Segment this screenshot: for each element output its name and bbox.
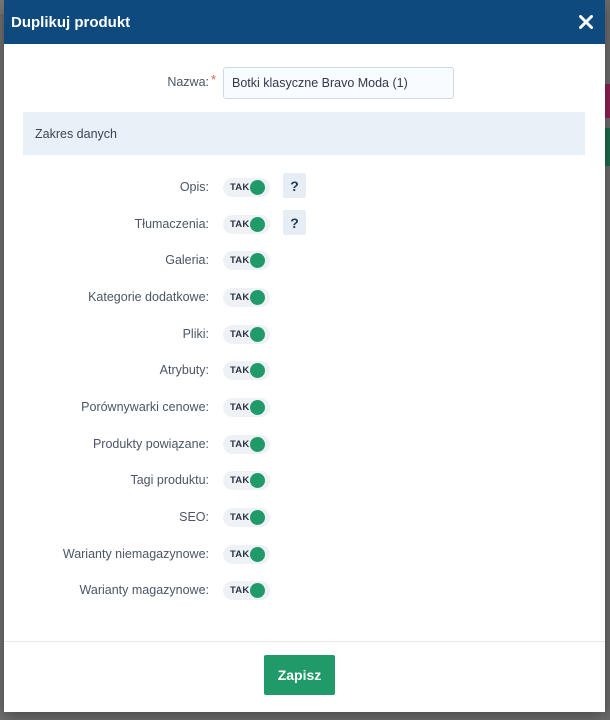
toggle-knob — [250, 217, 265, 232]
option-label: Opis: — [179, 180, 209, 194]
option-row-related-products: Produkty powiązane: TAK — [4, 434, 605, 454]
option-row-translations: Tłumaczenia: TAK ? — [4, 210, 605, 235]
save-button[interactable]: Zapisz — [264, 655, 335, 695]
toggle-knob — [250, 437, 265, 452]
toggle-knob — [250, 253, 265, 268]
toggle-state-text: TAK — [230, 255, 250, 266]
option-label: Porównywarki cenowe: — [81, 400, 209, 414]
help-button[interactable]: ? — [283, 173, 306, 198]
toggle-knob — [250, 510, 265, 525]
toggle-knob — [250, 547, 265, 562]
option-row-price-comparison: Porównywarki cenowe: TAK — [4, 397, 605, 417]
required-mark: * — [211, 72, 217, 87]
toggle-switch[interactable]: TAK — [223, 508, 270, 527]
option-label: Atrybuty: — [159, 363, 209, 377]
option-label: Produkty powiązane: — [92, 437, 209, 451]
toggle-switch[interactable]: TAK — [223, 361, 270, 380]
toggle-knob — [250, 290, 265, 305]
name-label: Nazwa: — [167, 75, 209, 89]
toggle-state-text: TAK — [230, 365, 250, 376]
toggle-switch[interactable]: TAK — [223, 178, 270, 197]
option-row-attributes: Atrybuty: TAK — [4, 360, 605, 380]
toggle-switch[interactable]: TAK — [223, 325, 270, 344]
toggle-state-text: TAK — [230, 512, 250, 523]
toggle-knob — [250, 363, 265, 378]
name-input[interactable] — [223, 67, 454, 99]
toggle-knob — [250, 583, 265, 598]
modal-title: Duplikuj produkt — [11, 13, 131, 31]
option-row-seo: SEO: TAK — [4, 507, 605, 527]
toggle-state-text: TAK — [230, 439, 250, 450]
toggle-state-text: TAK — [230, 292, 250, 303]
duplicate-product-modal: Duplikuj produkt Nazwa: * Zakres danych … — [4, 0, 605, 712]
option-label: Galeria: — [165, 253, 209, 267]
option-label: Tłumaczenia: — [134, 217, 209, 231]
option-row-additional-categories: Kategorie dodatkowe: TAK — [4, 287, 605, 307]
section-header: Zakres danych — [23, 112, 585, 155]
toggle-state-text: TAK — [230, 402, 250, 413]
modal-header: Duplikuj produkt — [4, 0, 605, 44]
toggle-switch[interactable]: TAK — [223, 251, 270, 270]
toggle-state-text: TAK — [230, 182, 250, 193]
toggle-switch[interactable]: TAK — [223, 215, 270, 234]
toggle-switch[interactable]: TAK — [223, 581, 270, 600]
toggle-knob — [250, 400, 265, 415]
option-row-non-stock-variants: Warianty niemagazynowe: TAK — [4, 544, 605, 564]
option-row-description: Opis: TAK ? — [4, 173, 605, 198]
option-label: Warianty magazynowe: — [79, 583, 209, 597]
toggle-switch[interactable]: TAK — [223, 288, 270, 307]
close-icon[interactable] — [575, 11, 597, 33]
footer-divider — [4, 641, 605, 642]
toggle-state-text: TAK — [230, 549, 250, 560]
toggle-knob — [250, 327, 265, 342]
toggle-switch[interactable]: TAK — [223, 435, 270, 454]
name-row: Nazwa: * — [4, 67, 605, 99]
toggle-switch[interactable]: TAK — [223, 398, 270, 417]
toggle-state-text: TAK — [230, 475, 250, 486]
option-row-files: Pliki: TAK — [4, 324, 605, 344]
toggle-knob — [250, 180, 265, 195]
option-label: SEO: — [179, 510, 209, 524]
toggle-state-text: TAK — [230, 585, 250, 596]
option-label: Warianty niemagazynowe: — [62, 547, 209, 561]
option-row-stock-variants: Warianty magazynowe: TAK — [4, 580, 605, 600]
option-label: Pliki: — [182, 327, 209, 341]
toggle-switch[interactable]: TAK — [223, 545, 270, 564]
option-label: Kategorie dodatkowe: — [88, 290, 209, 304]
toggle-state-text: TAK — [230, 329, 250, 340]
option-row-product-tags: Tagi produktu: TAK — [4, 470, 605, 490]
option-label: Tagi produktu: — [130, 473, 209, 487]
option-row-gallery: Galeria: TAK — [4, 250, 605, 270]
toggle-knob — [250, 473, 265, 488]
help-button[interactable]: ? — [283, 210, 306, 235]
toggle-state-text: TAK — [230, 219, 250, 230]
toggle-switch[interactable]: TAK — [223, 471, 270, 490]
